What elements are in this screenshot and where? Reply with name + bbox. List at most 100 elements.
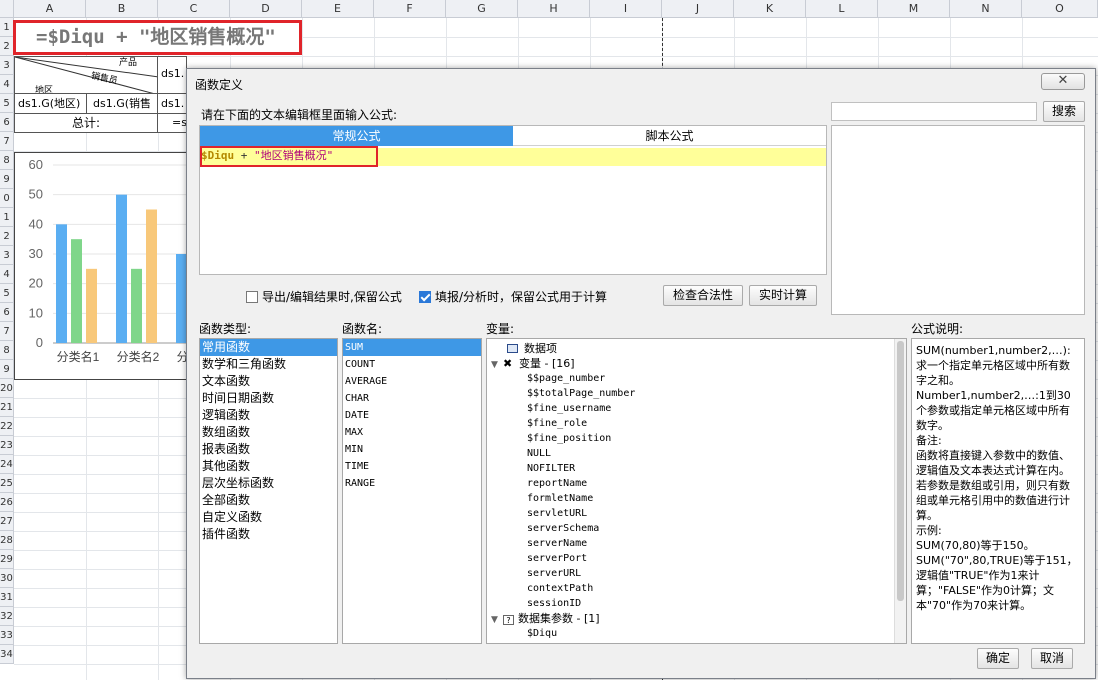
row-header[interactable]: 9 (0, 360, 14, 379)
column-header[interactable]: E (302, 0, 374, 18)
function-type-item[interactable]: 其他函数 (200, 458, 337, 475)
row-header[interactable]: 5 (0, 94, 14, 113)
realtime-calc-button[interactable]: 实时计算 (749, 285, 817, 306)
tree-variable-item[interactable]: serverName (527, 536, 587, 551)
row-header[interactable]: 9 (0, 170, 14, 189)
tree-variable-item[interactable]: serverPort (527, 551, 587, 566)
tree-variable-item[interactable]: servletURL (527, 506, 587, 521)
row-header[interactable]: 2 (0, 227, 14, 246)
search-results-pane[interactable] (831, 125, 1085, 315)
function-type-item[interactable]: 插件函数 (200, 526, 337, 543)
formula-editor[interactable]: 常规公式 脚本公式 $Diqu + "地区销售概况" (199, 125, 827, 275)
bar-chart[interactable]: 0102030405060分类名1分类名2分类名3 (14, 152, 220, 380)
function-type-item[interactable]: 数组函数 (200, 424, 337, 441)
tree-variable-item[interactable]: $fine_username (527, 401, 611, 416)
keep-formula-fill-checkbox[interactable]: 填报/分析时，保留公式用于计算 (419, 289, 607, 305)
cell-c3[interactable]: ds1. (157, 56, 187, 94)
tree-dataset-params-group[interactable]: ▼? 数据集参数 - [1] (491, 611, 600, 626)
cancel-button[interactable]: 取消 (1031, 648, 1073, 669)
column-header[interactable]: C (158, 0, 230, 18)
column-header[interactable]: A (14, 0, 86, 18)
column-header[interactable]: M (878, 0, 950, 18)
tree-dataset-item[interactable]: $Diqu (527, 626, 557, 641)
function-name-list[interactable]: SUM COUNT AVERAGE CHAR DATE MAX MIN TIME RANGE (342, 338, 482, 644)
row-header[interactable]: 0 (0, 189, 14, 208)
keep-formula-export-checkbox[interactable]: 导出/编辑结果时,保留公式 (246, 289, 402, 305)
function-type-item[interactable]: 层次坐标函数 (200, 475, 337, 492)
row-header[interactable]: 6 (0, 303, 14, 322)
column-header[interactable]: K (734, 0, 806, 18)
function-name-item[interactable]: SUM (343, 339, 481, 356)
tab-normal-formula[interactable]: 常规公式 (200, 126, 513, 146)
corner-cell[interactable] (0, 0, 14, 18)
tree-variable-item[interactable]: serverSchema (527, 521, 599, 536)
tree-variable-item[interactable]: NOFILTER (527, 461, 575, 476)
row-header[interactable]: 32 (0, 607, 14, 626)
tree-variable-item[interactable]: $$page_number (527, 371, 605, 386)
close-button[interactable]: ✕ (1041, 73, 1085, 90)
checkbox-icon[interactable] (419, 291, 431, 303)
function-type-item[interactable]: 时间日期函数 (200, 390, 337, 407)
chevron-down-icon[interactable]: ▼ (491, 613, 501, 628)
tree-variable-item[interactable]: reportName (527, 476, 587, 491)
row-header[interactable]: 3 (0, 246, 14, 265)
row-header[interactable]: 27 (0, 512, 14, 531)
row-header[interactable]: 1 (0, 18, 14, 37)
tree-scrollbar[interactable] (894, 339, 906, 643)
column-header[interactable]: N (950, 0, 1022, 18)
tree-variables-group[interactable]: ▼ ✖ 变量 - [16] (491, 356, 575, 371)
row-header[interactable]: 1 (0, 208, 14, 227)
column-header[interactable]: G (446, 0, 518, 18)
row-header[interactable]: 25 (0, 474, 14, 493)
row-header[interactable]: 30 (0, 569, 14, 588)
row-header[interactable]: 21 (0, 398, 14, 417)
row-header[interactable]: 28 (0, 531, 14, 550)
row-header[interactable]: 31 (0, 588, 14, 607)
function-name-item[interactable]: MIN (343, 441, 481, 458)
function-type-item[interactable]: 逻辑函数 (200, 407, 337, 424)
function-type-item[interactable]: 常用函数 (200, 339, 337, 356)
function-type-list[interactable]: 常用函数 数学和三角函数 文本函数 时间日期函数 逻辑函数 数组函数 报表函数 其他函数 层次坐… (199, 338, 338, 644)
ok-button[interactable]: 确定 (977, 648, 1019, 669)
tree-variable-item[interactable]: sessionID (527, 596, 581, 611)
tree-variable-item[interactable]: serverURL (527, 566, 581, 581)
function-name-item[interactable]: MAX (343, 424, 481, 441)
column-header[interactable]: I (590, 0, 662, 18)
row-header[interactable]: 24 (0, 455, 14, 474)
column-header[interactable]: B (86, 0, 158, 18)
row-header[interactable]: 23 (0, 436, 14, 455)
function-type-item[interactable]: 自定义函数 (200, 509, 337, 526)
function-name-item[interactable]: CHAR (343, 390, 481, 407)
column-header[interactable]: H (518, 0, 590, 18)
function-name-item[interactable]: RANGE (343, 475, 481, 492)
row-header[interactable]: 7 (0, 132, 14, 151)
row-header[interactable]: 6 (0, 113, 14, 132)
chevron-down-icon[interactable]: ▼ (491, 358, 501, 373)
cell-b4[interactable]: ds1.G(销售 (86, 93, 158, 114)
scrollbar-thumb[interactable] (897, 341, 904, 601)
search-input[interactable] (831, 102, 1037, 121)
function-name-item[interactable]: AVERAGE (343, 373, 481, 390)
row-header[interactable]: 4 (0, 75, 14, 94)
row-header[interactable]: 33 (0, 626, 14, 645)
function-name-item[interactable]: TIME (343, 458, 481, 475)
cell-a4[interactable]: ds1.G(地区) (14, 93, 87, 114)
function-type-item[interactable]: 文本函数 (200, 373, 337, 390)
function-name-item[interactable]: DATE (343, 407, 481, 424)
tree-variable-item[interactable]: $$totalPage_number (527, 386, 635, 401)
function-type-item[interactable]: 报表函数 (200, 441, 337, 458)
column-header[interactable]: D (230, 0, 302, 18)
tree-variable-item[interactable]: $fine_position (527, 431, 611, 446)
tree-variable-item[interactable]: NULL (527, 446, 551, 461)
tree-variable-item[interactable]: formletName (527, 491, 593, 506)
row-header[interactable]: 8 (0, 341, 14, 360)
row-header[interactable]: 34 (0, 645, 14, 664)
search-button[interactable]: 搜索 (1043, 101, 1085, 122)
tree-variable-item[interactable]: contextPath (527, 581, 593, 596)
row-header[interactable]: 20 (0, 379, 14, 398)
column-header[interactable]: J (662, 0, 734, 18)
row-header[interactable]: 26 (0, 493, 14, 512)
row-header[interactable]: 7 (0, 322, 14, 341)
column-header[interactable]: O (1022, 0, 1098, 18)
cell-total-label[interactable]: 总计: (14, 113, 158, 133)
